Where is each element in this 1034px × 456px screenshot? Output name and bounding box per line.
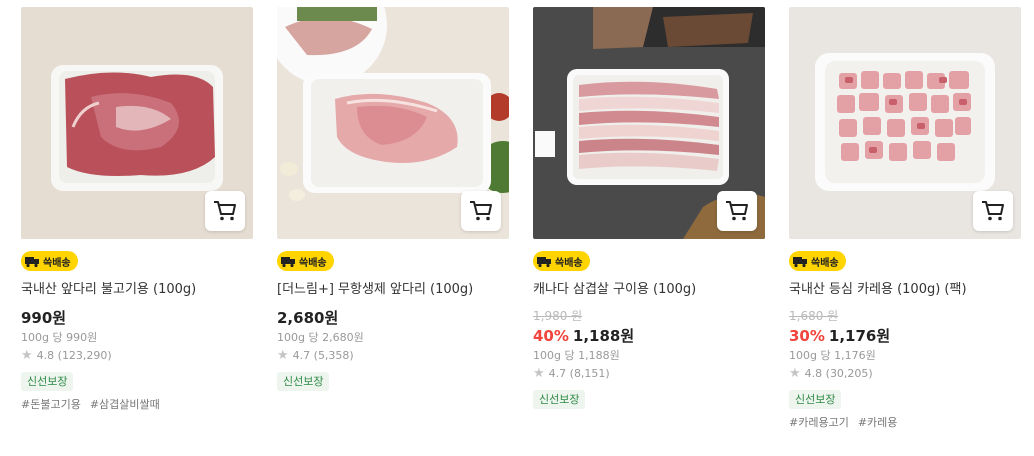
price: 30% 1,176원 — [789, 326, 1021, 346]
cart-icon — [214, 201, 236, 221]
unit-price: 100g 당 990원 — [21, 331, 98, 344]
tag-list: #카레용고기 #카레용 — [789, 416, 1021, 430]
product-title[interactable]: [더느림+] 무항생제 앞다리 (100g) — [277, 281, 509, 299]
fresh-guarantee-badge: 신선보장 — [789, 390, 842, 409]
cart-icon — [726, 201, 748, 221]
tag-list: #돈불고기용 #삼겹살비쌀때 — [21, 398, 253, 412]
original-price: 1,680 원 — [789, 309, 839, 323]
sale-price: 1,188원 — [572, 327, 635, 345]
star-icon: ★ — [533, 366, 545, 381]
product-card[interactable]: 쓱배송 국내산 앞다리 불고기용 (100g) 990원 100g 당 990원… — [21, 7, 253, 412]
rating-value: 4.7 (8,151) — [548, 367, 610, 380]
rating: ★ 4.7 (5,358) — [277, 348, 509, 364]
star-icon: ★ — [789, 366, 801, 381]
product-image[interactable] — [789, 7, 1021, 239]
add-to-cart-button[interactable] — [717, 191, 757, 231]
product-image[interactable] — [533, 7, 765, 239]
fresh-guarantee-badge: 신선보장 — [533, 390, 586, 409]
tag-link[interactable]: #카레용고기 — [789, 416, 849, 429]
discount-rate: 30% — [789, 327, 825, 345]
product-title[interactable]: 국내산 등심 카레용 (100g) (팩) — [789, 281, 1021, 299]
sale-price: 990원 — [21, 309, 67, 327]
rating: ★ 4.8 (30,205) — [789, 366, 1021, 382]
product-card[interactable]: 쓱배송 [더느림+] 무항생제 앞다리 (100g) 2,680원 100g 당… — [277, 7, 509, 391]
star-icon: ★ — [277, 348, 289, 363]
delivery-badge: 쓱배송 — [533, 251, 590, 271]
price: 2,680원 — [277, 308, 509, 328]
rating-value: 4.7 (5,358) — [292, 349, 354, 362]
fresh-guarantee-badge: 신선보장 — [21, 372, 74, 391]
rating: ★ 4.8 (123,290) — [21, 348, 253, 364]
product-grid: 쓱배송 국내산 앞다리 불고기용 (100g) 990원 100g 당 990원… — [0, 0, 1034, 456]
truck-icon — [281, 257, 295, 268]
add-to-cart-button[interactable] — [461, 191, 501, 231]
cart-icon — [470, 201, 492, 221]
cart-icon — [982, 201, 1004, 221]
delivery-badge: 쓱배송 — [277, 251, 334, 271]
unit-price: 100g 당 1,188원 — [533, 349, 620, 362]
product-image[interactable] — [21, 7, 253, 239]
rating: ★ 4.7 (8,151) — [533, 366, 765, 382]
rating-value: 4.8 (123,290) — [36, 349, 112, 362]
product-card[interactable]: 쓱배송 캐나다 삼겹살 구이용 (100g) 1,980 원 40% 1,188원… — [533, 7, 765, 409]
delivery-badge: 쓱배송 — [789, 251, 846, 271]
tag-link[interactable]: #삼겹살비쌀때 — [90, 398, 160, 411]
discount-rate: 40% — [533, 327, 569, 345]
rating-value: 4.8 (30,205) — [804, 367, 873, 380]
unit-price: 100g 당 1,176원 — [789, 349, 876, 362]
tag-link[interactable]: #돈불고기용 — [21, 398, 81, 411]
tag-link[interactable]: #카레용 — [858, 416, 898, 429]
unit-price: 100g 당 2,680원 — [277, 331, 364, 344]
price: 990원 — [21, 308, 253, 328]
truck-icon — [25, 257, 39, 268]
truck-icon — [793, 257, 807, 268]
badge-label: 쓱배송 — [811, 257, 839, 269]
original-price: 1,980 원 — [533, 309, 583, 323]
badge-label: 쓱배송 — [555, 257, 583, 269]
product-image[interactable] — [277, 7, 509, 239]
sale-price: 2,680원 — [277, 309, 339, 327]
badge-label: 쓱배송 — [43, 257, 71, 269]
truck-icon — [537, 257, 551, 268]
product-title[interactable]: 국내산 앞다리 불고기용 (100g) — [21, 281, 253, 299]
fresh-guarantee-badge: 신선보장 — [277, 372, 330, 391]
product-title[interactable]: 캐나다 삼겹살 구이용 (100g) — [533, 281, 765, 299]
star-icon: ★ — [21, 348, 33, 363]
badge-label: 쓱배송 — [299, 257, 327, 269]
delivery-badge: 쓱배송 — [21, 251, 78, 271]
add-to-cart-button[interactable] — [205, 191, 245, 231]
product-card[interactable]: 쓱배송 국내산 등심 카레용 (100g) (팩) 1,680 원 30% 1,1… — [789, 7, 1021, 430]
sale-price: 1,176원 — [828, 327, 891, 345]
add-to-cart-button[interactable] — [973, 191, 1013, 231]
price: 40% 1,188원 — [533, 326, 765, 346]
